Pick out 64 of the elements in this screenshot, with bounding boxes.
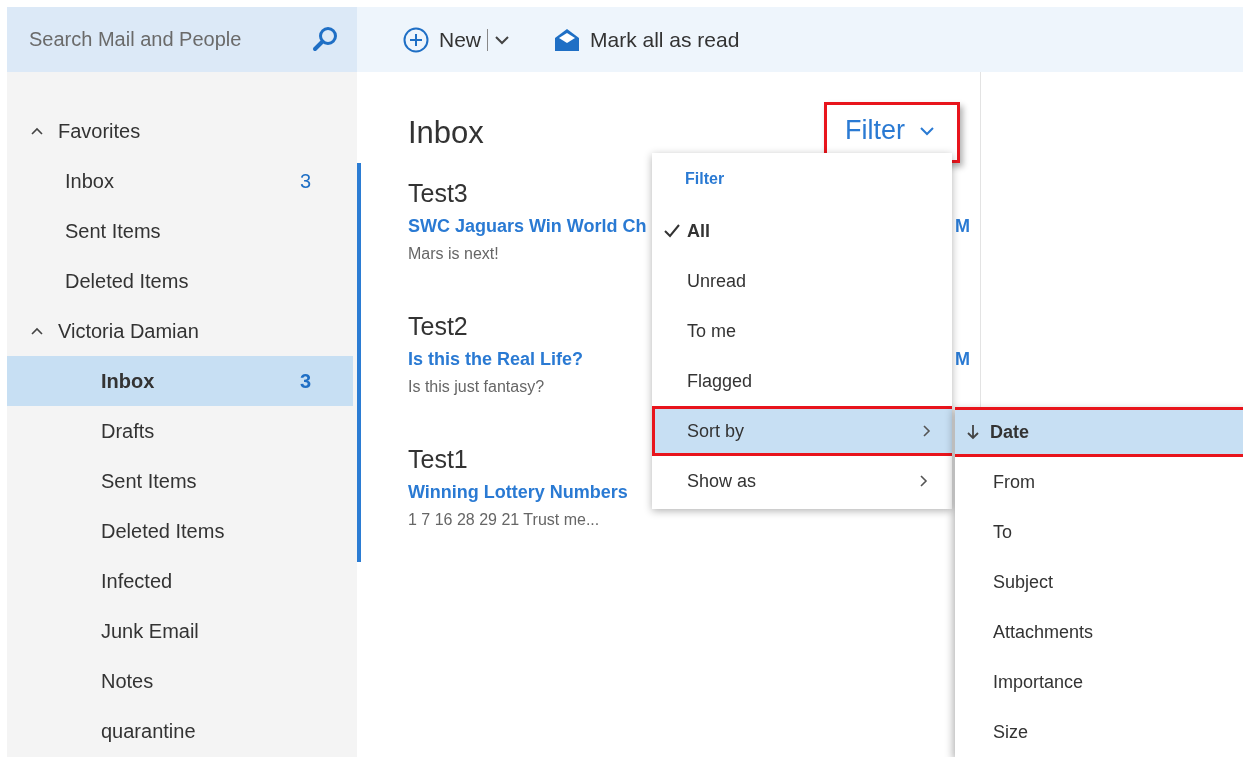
folder-group-header[interactable]: Victoria Damian (7, 306, 357, 356)
folder-name: quarantine (101, 719, 196, 743)
menu-item[interactable]: Show as (652, 456, 952, 506)
message-subject: Winning Lottery Numbers (408, 482, 628, 503)
folder-item[interactable]: Infected (7, 556, 357, 606)
folder-item[interactable]: Notes (7, 656, 357, 706)
sort-option[interactable]: Subject (955, 557, 1243, 607)
message-sender: Test3 (408, 179, 468, 208)
folder-item[interactable]: Sent Items (7, 206, 357, 256)
menu-item[interactable]: To me (652, 306, 952, 356)
chevron-right-icon (919, 474, 929, 488)
arrow-down-icon (966, 424, 979, 440)
message-sender: Test2 (408, 312, 468, 341)
sort-option[interactable]: Importance (955, 657, 1243, 707)
folder-name: Sent Items (65, 219, 161, 243)
folder-name: Deleted Items (101, 519, 225, 543)
folder-item[interactable]: Inbox 3 (7, 356, 353, 406)
folder-item[interactable]: Inbox 3 (7, 156, 357, 206)
new-button[interactable]: New (403, 26, 481, 53)
menu-item[interactable]: All (652, 206, 952, 256)
sort-option[interactable]: Attachments (955, 607, 1243, 657)
message-sender: Test1 (408, 445, 468, 474)
message-subject: Is this the Real Life? (408, 349, 584, 370)
folder-item[interactable]: Deleted Items (7, 256, 357, 306)
folder-name: Drafts (101, 419, 155, 443)
chevron-down-icon (919, 125, 935, 136)
message-preview: Mars is next! (408, 245, 499, 263)
menu-item[interactable]: Sort by (652, 406, 952, 456)
folder-name: Inbox (65, 169, 114, 193)
folder-name: Deleted Items (65, 269, 189, 293)
menu-item[interactable]: Flagged (652, 356, 952, 406)
folder-group-header[interactable]: Favorites (7, 106, 357, 156)
folder-name: Sent Items (101, 469, 197, 493)
search-field[interactable]: Search Mail and People (7, 7, 357, 72)
folder-name: Inbox (101, 369, 155, 393)
unread-count: 3 (299, 169, 311, 193)
folder-name: Junk Email (101, 619, 199, 643)
folder-item[interactable]: Sent Items (7, 456, 357, 506)
message-time: M (955, 349, 970, 370)
folder-title: Inbox (408, 114, 484, 151)
mark-all-read-button[interactable]: Mark all as read (554, 27, 740, 52)
folder-name: Infected (101, 569, 173, 593)
folder-item[interactable]: quarantine (7, 706, 357, 756)
message-subject: SWC Jaguars Win World Ch (408, 216, 647, 237)
menu-header: Filter (684, 169, 726, 189)
sort-option[interactable]: To (955, 507, 1243, 557)
sort-option[interactable]: Size (955, 707, 1243, 757)
sort-option[interactable]: From (955, 457, 1243, 507)
folder-item[interactable]: Junk Email (7, 606, 357, 656)
search-icon (311, 25, 339, 53)
checkmark-icon (664, 224, 680, 238)
message-preview: Is this just fantasy? (408, 378, 545, 396)
folder-item[interactable]: Drafts (7, 406, 357, 456)
plus-circle-icon (403, 26, 429, 53)
open-envelope-icon (554, 27, 580, 52)
unread-count: 3 (299, 369, 311, 393)
message-time: M (955, 216, 970, 237)
message-preview: 1 7 16 28 29 21 Trust me... (408, 511, 600, 529)
menu-item[interactable]: Unread (652, 256, 952, 306)
sort-option[interactable]: Date (955, 407, 1243, 457)
chevron-right-icon (922, 424, 932, 438)
caret-icon[interactable] (494, 33, 510, 46)
folder-name: Notes (101, 669, 154, 693)
folder-item[interactable]: Deleted Items (7, 506, 357, 556)
